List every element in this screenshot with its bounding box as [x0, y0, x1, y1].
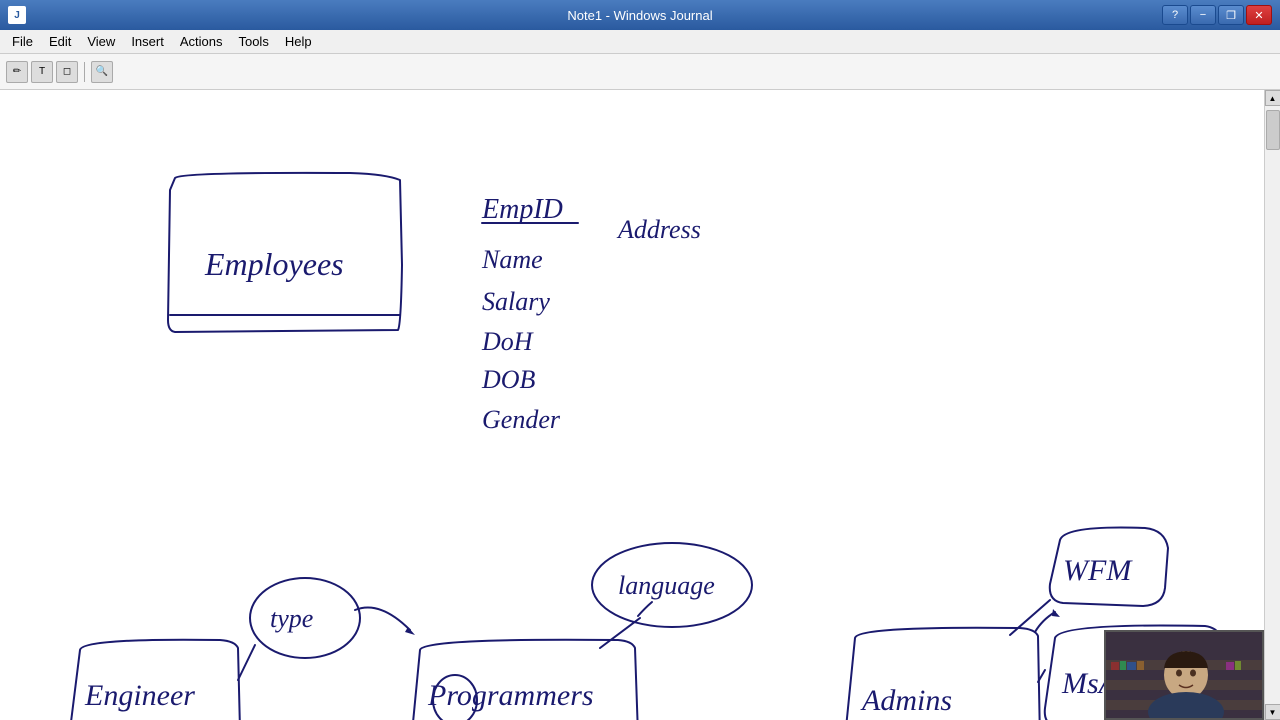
titlebar-left: J	[8, 6, 26, 24]
menu-file[interactable]: File	[4, 32, 41, 51]
toolbar-btn-2[interactable]: T	[31, 61, 53, 83]
svg-text:type: type	[270, 604, 313, 633]
toolbar-btn-3[interactable]: ◻	[56, 61, 78, 83]
minimize-button[interactable]: −	[1190, 5, 1216, 25]
svg-text:DOB: DOB	[481, 365, 536, 394]
toolbar: ✏ T ◻ 🔍	[0, 54, 1280, 90]
webcam-content	[1106, 632, 1262, 718]
menu-help[interactable]: Help	[277, 32, 320, 51]
svg-text:Salary: Salary	[482, 287, 550, 316]
scroll-down-arrow[interactable]: ▼	[1265, 704, 1280, 720]
help-button[interactable]: ?	[1162, 5, 1188, 25]
menu-tools[interactable]: Tools	[230, 32, 276, 51]
menu-insert[interactable]: Insert	[123, 32, 172, 51]
svg-text:WFM: WFM	[1063, 554, 1133, 587]
toolbar-divider	[84, 62, 85, 82]
svg-text:EmpID: EmpID	[481, 194, 563, 225]
drawing-canvas[interactable]: .ink { stroke: #1a1a6e; fill: none; stro…	[0, 90, 1264, 720]
menubar: File Edit View Insert Actions Tools Help	[0, 30, 1280, 54]
close-button[interactable]: ✕	[1246, 5, 1272, 25]
svg-text:language: language	[618, 571, 715, 600]
svg-text:Engineer: Engineer	[84, 679, 195, 712]
menu-view[interactable]: View	[79, 32, 123, 51]
svg-text:Employees: Employees	[204, 246, 344, 282]
drawing-svg: .ink { stroke: #1a1a6e; fill: none; stro…	[0, 90, 1264, 720]
titlebar: J Note1 - Windows Journal ? − ❐ ✕	[0, 0, 1280, 30]
restore-button[interactable]: ❐	[1218, 5, 1244, 25]
svg-text:Admins: Admins	[860, 684, 952, 717]
main-area: .ink { stroke: #1a1a6e; fill: none; stro…	[0, 90, 1280, 720]
scroll-thumb[interactable]	[1266, 110, 1280, 150]
app-icon: J	[8, 6, 26, 24]
svg-text:Programmers: Programmers	[427, 679, 594, 712]
toolbar-btn-1[interactable]: ✏	[6, 61, 28, 83]
webcam-overlay	[1104, 630, 1264, 720]
scroll-up-arrow[interactable]: ▲	[1265, 90, 1280, 106]
svg-text:Name: Name	[481, 245, 543, 274]
toolbar-btn-4[interactable]: 🔍	[91, 61, 113, 83]
svg-text:Address: Address	[616, 215, 701, 244]
menu-edit[interactable]: Edit	[41, 32, 79, 51]
svg-text:Gender: Gender	[482, 405, 561, 434]
svg-text:DoH: DoH	[481, 327, 534, 356]
vertical-scrollbar[interactable]: ▲ ▼	[1264, 90, 1280, 720]
menu-actions[interactable]: Actions	[172, 32, 231, 51]
window-title: Note1 - Windows Journal	[567, 8, 712, 23]
window-controls: ? − ❐ ✕	[1162, 5, 1272, 25]
